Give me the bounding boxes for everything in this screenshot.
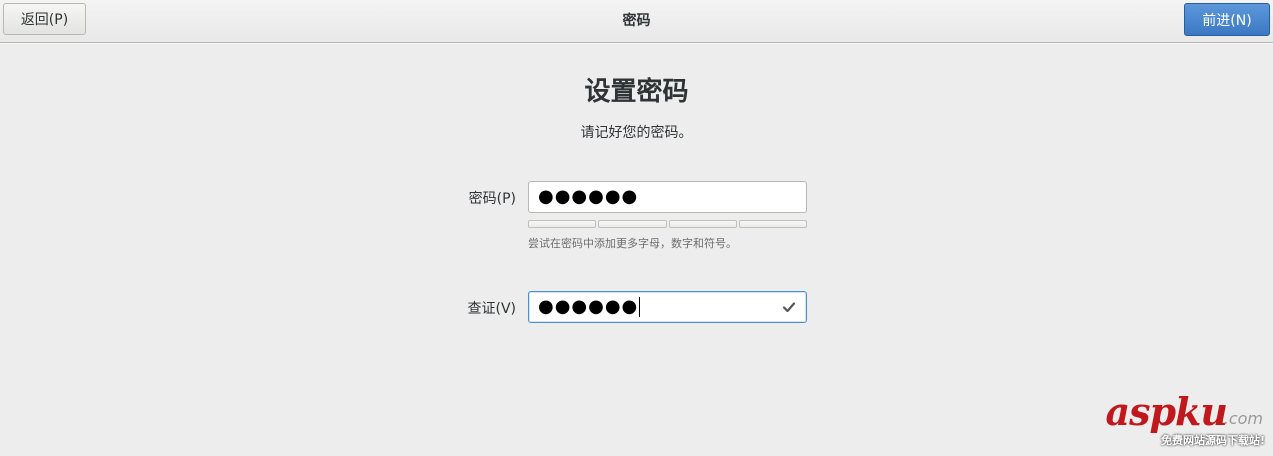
strength-segment	[598, 220, 667, 228]
check-icon	[782, 302, 796, 313]
password-hint: 尝试在密码中添加更多字母，数字和符号。	[528, 237, 737, 250]
page-subtitle: 请记好您的密码。	[580, 125, 693, 141]
password-label: 密码(P)	[468, 191, 516, 207]
confirm-value: ●●●●●●	[538, 296, 639, 317]
text-cursor	[639, 297, 641, 317]
strength-segment	[528, 220, 597, 228]
confirm-label: 查证(V)	[467, 301, 516, 317]
watermark-sub: 免费网站源码下载站!	[1160, 434, 1265, 447]
header-bar: 返回(P) 密码 前进(N)	[0, 0, 1273, 43]
watermark-main: aspku	[1105, 389, 1228, 434]
watermark-logo: aspku .com 免费网站源码下载站!	[1097, 389, 1267, 450]
strength-segment	[738, 220, 807, 228]
watermark-suffix: .com	[1223, 409, 1263, 428]
password-value: ●●●●●●	[538, 186, 639, 207]
confirm-password-field[interactable]: ●●●●●●	[528, 291, 807, 323]
password-field[interactable]: ●●●●●●	[528, 181, 807, 213]
password-strength-bar	[528, 220, 807, 228]
page-title: 设置密码	[584, 77, 689, 107]
next-button[interactable]: 前进(N)	[1184, 3, 1270, 36]
header-title: 密码	[622, 13, 651, 29]
strength-segment	[668, 220, 737, 228]
